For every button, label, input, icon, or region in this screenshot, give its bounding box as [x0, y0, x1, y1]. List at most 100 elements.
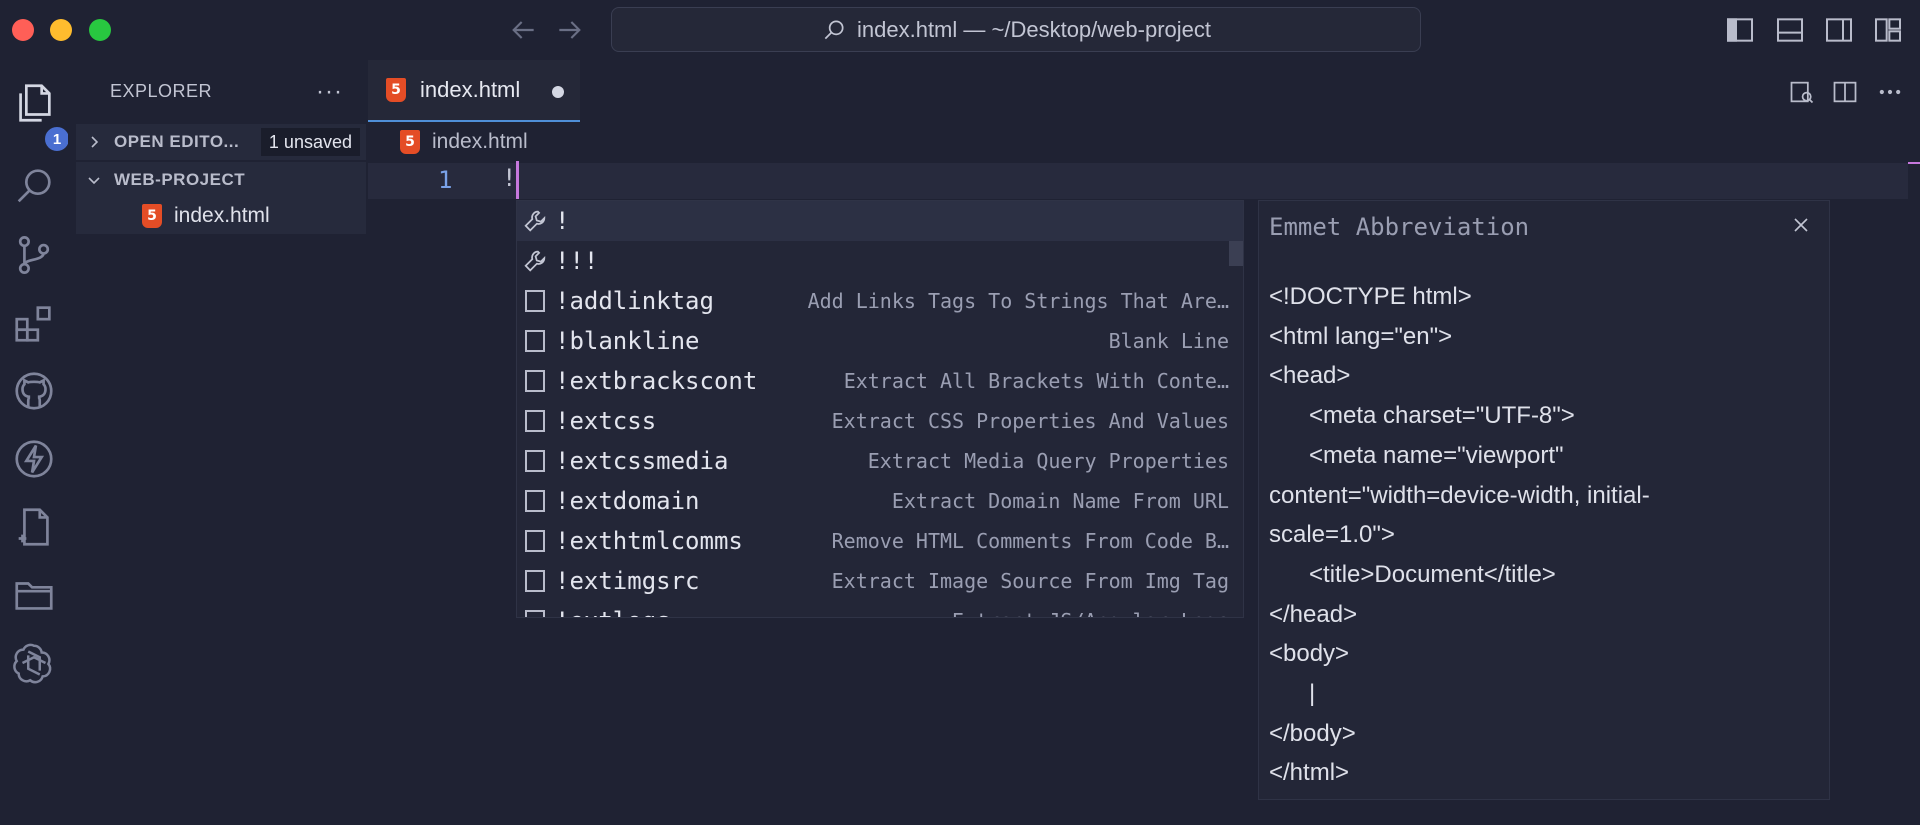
- openai-icon: [13, 643, 52, 684]
- preview-line: content="width=device-width, initial-: [1269, 481, 1650, 509]
- explorer-activity-button[interactable]: 1: [11, 80, 71, 153]
- vscode-window: index.html — ~/Desktop/web-project 1 EXP…: [0, 0, 1920, 825]
- command-center-search[interactable]: index.html — ~/Desktop/web-project: [611, 7, 1421, 52]
- suggest-detail: Extract Image Source From Img Tag: [831, 569, 1229, 593]
- preview-line: <!DOCTYPE html>: [1269, 283, 1472, 310]
- title-bar: index.html — ~/Desktop/web-project: [0, 0, 1920, 60]
- github-activity-button[interactable]: [11, 368, 57, 414]
- explorer-sidebar: EXPLORER ··· OPEN EDITO... 1 unsaved WEB…: [68, 60, 368, 825]
- folder-activity-button[interactable]: [11, 572, 57, 618]
- extensions-activity-button[interactable]: [11, 300, 57, 346]
- split-editor-button[interactable]: [1831, 78, 1859, 106]
- search-icon: [824, 19, 844, 39]
- html5-icon: 5: [386, 78, 406, 102]
- suggest-label: !addlinktag: [555, 287, 714, 315]
- suggest-item[interactable]: !blankline Blank Line: [517, 321, 1243, 361]
- details-title: Emmet Abbreviation: [1269, 213, 1530, 241]
- maximize-window-button[interactable]: [89, 19, 111, 41]
- toggle-secondary-sidebar-button[interactable]: [1823, 14, 1855, 46]
- web-project-section[interactable]: WEB-PROJECT: [76, 162, 366, 198]
- breadcrumb[interactable]: 5 index.html: [400, 130, 528, 154]
- suggest-item[interactable]: !addlinktag Add Links Tags To Strings Th…: [517, 281, 1243, 321]
- suggest-item[interactable]: !exthtmlcomms Remove HTML Comments From …: [517, 521, 1243, 561]
- search-icon: [17, 169, 51, 203]
- suggest-item[interactable]: !extimgsrc Extract Image Source From Img…: [517, 561, 1243, 601]
- snippet-icon: [525, 530, 545, 552]
- chatgpt-activity-button[interactable]: [11, 640, 57, 686]
- close-window-button[interactable]: [12, 19, 34, 41]
- html5-icon: 5: [400, 130, 420, 154]
- search-activity-button[interactable]: [11, 163, 57, 209]
- go-forward-button[interactable]: [553, 14, 587, 46]
- suggest-widget[interactable]: ! !!! !addlinktag Add Links Tags To Stri…: [516, 200, 1244, 618]
- suggest-label: !extbrackscont: [555, 367, 758, 395]
- project-folder-label: WEB-PROJECT: [114, 170, 246, 189]
- open-editors-section[interactable]: OPEN EDITO... 1 unsaved: [76, 124, 366, 160]
- suggest-detail: Extract Media Query Properties: [867, 449, 1229, 473]
- suggest-item[interactable]: !extdomain Extract Domain Name From URL: [517, 481, 1243, 521]
- current-line-highlight: [368, 163, 1908, 199]
- go-back-button[interactable]: [506, 14, 540, 46]
- unsaved-dot-icon[interactable]: [552, 86, 564, 98]
- preview-icon: [1790, 81, 1814, 104]
- chevron-right-icon: [91, 136, 99, 148]
- layout-sidebar-right-icon: [1826, 18, 1852, 42]
- tab-index-html[interactable]: 5 index.html: [368, 60, 580, 122]
- source-control-icon: [18, 236, 50, 274]
- text-cursor: [516, 161, 519, 199]
- customize-layout-button[interactable]: [1872, 14, 1904, 46]
- file-tree-item-index-html[interactable]: 5 index.html: [76, 198, 366, 234]
- preview-line: </html>: [1269, 759, 1350, 787]
- wrench-icon: [524, 250, 546, 272]
- close-icon: [1794, 218, 1808, 232]
- suggest-item[interactable]: !extcssmedia Extract Media Query Propert…: [517, 441, 1243, 481]
- preview-line: <html lang="en">: [1269, 322, 1453, 350]
- suggest-label: !extcssmedia: [555, 447, 729, 475]
- overview-ruler-cursor-mark: [1908, 162, 1920, 164]
- layout-customize-icon: [1875, 18, 1901, 42]
- preview-line: </head>: [1269, 600, 1358, 628]
- source-control-activity-button[interactable]: [11, 232, 57, 278]
- new-file-activity-button[interactable]: [11, 504, 57, 550]
- snippet-icon: [525, 330, 545, 352]
- minimize-window-button[interactable]: [50, 19, 72, 41]
- preview-line: <head>: [1269, 362, 1351, 390]
- snippet-icon: [525, 410, 545, 432]
- github-icon: [15, 372, 53, 410]
- suggest-detail: Add Links Tags To Strings That Are…: [807, 289, 1229, 313]
- html5-icon: 5: [142, 204, 162, 228]
- suggest-detail: Remove HTML Comments From Code B…: [831, 529, 1229, 553]
- explorer-more-actions-button[interactable]: ···: [316, 78, 343, 106]
- editor-more-actions-button[interactable]: [1876, 78, 1904, 106]
- suggest-detail: Extract JS/Angular Logs: [922, 609, 1243, 617]
- suggest-item[interactable]: !: [517, 201, 1243, 241]
- suggest-label: !blankline: [555, 327, 700, 355]
- preview-line: <title>Document</title>: [1269, 560, 1556, 588]
- suggest-label: !: [555, 207, 570, 235]
- snippet-icon: [525, 570, 545, 592]
- snippet-icon: [525, 490, 545, 512]
- preview-line: </body>: [1269, 719, 1356, 747]
- suggest-label: !extcss: [555, 407, 657, 435]
- preview-line: |: [1269, 680, 1316, 708]
- thunder-activity-button[interactable]: [11, 436, 57, 482]
- suggest-item[interactable]: !!!: [517, 241, 1243, 281]
- close-details-button[interactable]: [1789, 213, 1813, 237]
- suggest-item[interactable]: !extlogs Extract JS/Angular Logs: [517, 601, 1243, 617]
- open-preview-button[interactable]: [1788, 78, 1816, 106]
- preview-line: <meta charset="UTF-8">: [1269, 402, 1575, 430]
- code-line[interactable]: !: [502, 164, 516, 192]
- explorer-title: EXPLORER: [110, 81, 213, 101]
- wrench-icon: [524, 210, 546, 232]
- snippet-icon: [525, 610, 545, 617]
- suggest-details-panel: Emmet Abbreviation <!DOCTYPE html> <html…: [1258, 200, 1830, 800]
- toggle-primary-sidebar-button[interactable]: [1724, 14, 1756, 46]
- editor-tab-bar: 5 index.html: [368, 60, 1920, 122]
- toggle-panel-button[interactable]: [1774, 14, 1806, 46]
- suggest-item[interactable]: !extcss Extract CSS Properties And Value…: [517, 401, 1243, 441]
- folder-icon: [15, 582, 53, 610]
- suggest-item[interactable]: !extbrackscont Extract All Brackets With…: [517, 361, 1243, 401]
- snippet-icon: [525, 290, 545, 312]
- chevron-down-icon: [88, 177, 100, 185]
- files-icon: [19, 84, 51, 122]
